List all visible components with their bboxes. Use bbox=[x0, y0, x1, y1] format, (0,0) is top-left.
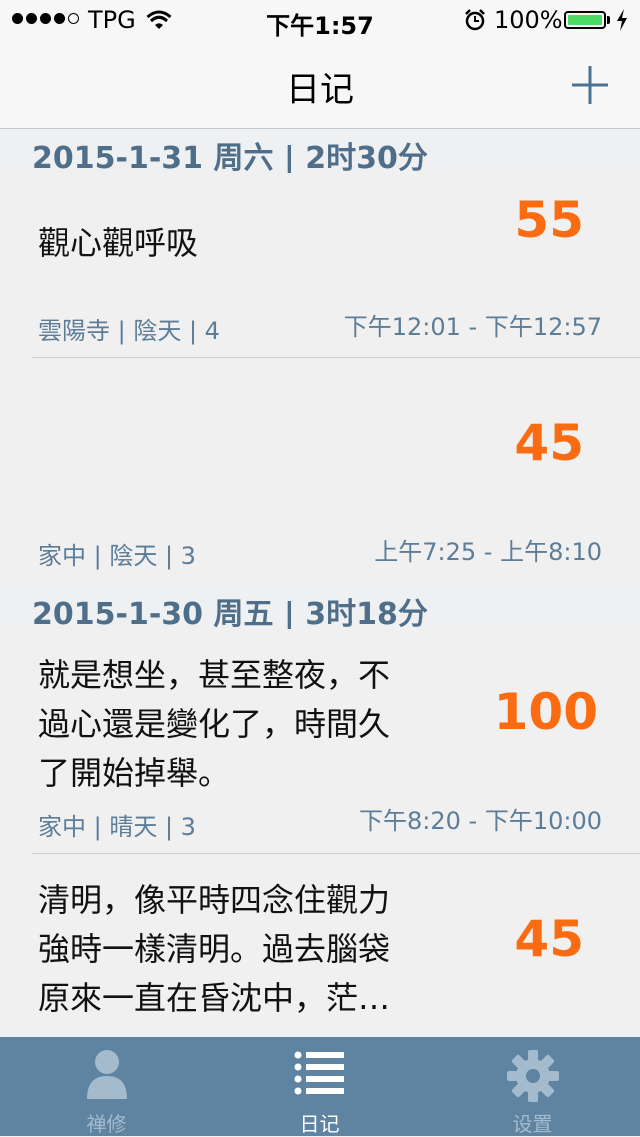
plus-icon[interactable] bbox=[562, 60, 618, 110]
journal-entry[interactable]: 45 家中 | 陰天 | 3 上午7:25 - 上午8:10 bbox=[0, 358, 640, 583]
section-title: 2015-1-31 周六 | 2时30分 bbox=[32, 141, 428, 176]
journal-entry[interactable]: 觀心觀呼吸 55 雲陽寺 | 陰天 | 4 下午12:01 - 下午12:57 bbox=[0, 173, 640, 358]
entry-time-range: 上午7:25 - 上午8:10 bbox=[374, 538, 602, 566]
tab-meditation[interactable]: 禅修 bbox=[0, 1037, 213, 1136]
tab-label: 日记 bbox=[299, 1112, 340, 1136]
entry-time-range: 下午12:01 - 下午12:57 bbox=[343, 313, 602, 341]
section-header: 2015-1-30 周五 | 3时18分 bbox=[0, 585, 640, 632]
entry-location-weather: 雲陽寺 | 陰天 | 4 bbox=[38, 317, 220, 345]
journal-entry[interactable]: 清明，像平時四念住觀力強時一樣清明。過去腦袋原來一直在昏沈中，茫… 45 bbox=[0, 854, 640, 1037]
entry-text: 就是想坐，甚至整夜，不過心還是變化了，時間久了開始掉舉。 bbox=[38, 656, 391, 792]
tab-settings[interactable]: 设置 bbox=[426, 1037, 639, 1136]
entry-location-weather: 家中 | 晴天 | 3 bbox=[38, 813, 196, 841]
battery-icon bbox=[564, 11, 606, 29]
status-bar: TPG 下午1:57 100% bbox=[0, 0, 640, 40]
tab-label: 设置 bbox=[512, 1112, 553, 1136]
entry-score: 45 bbox=[514, 910, 584, 968]
tab-journal[interactable]: 日记 bbox=[213, 1037, 426, 1136]
entry-time-range: 下午8:20 - 下午10:00 bbox=[359, 807, 602, 835]
tab-label: 禅修 bbox=[86, 1112, 127, 1136]
entry-text: 觀心觀呼吸 bbox=[38, 224, 199, 262]
person-icon bbox=[86, 1050, 127, 1099]
section-title: 2015-1-30 周五 | 3时18分 bbox=[32, 597, 428, 632]
battery-percentage: 100% bbox=[494, 6, 563, 34]
section-header: 2015-1-31 周六 | 2时30分 bbox=[0, 129, 640, 176]
journal-list[interactable]: 2015-1-31 周六 | 2时30分 觀心觀呼吸 55 雲陽寺 | 陰天 |… bbox=[0, 129, 640, 1037]
page-title: 日记 bbox=[286, 70, 354, 110]
list-icon bbox=[294, 1051, 344, 1095]
tab-bar: 禅修 日记 设置 bbox=[0, 1037, 640, 1136]
entry-location-weather: 家中 | 陰天 | 3 bbox=[38, 542, 196, 570]
entry-score: 45 bbox=[514, 414, 584, 472]
entry-text: 清明，像平時四念住觀力強時一樣清明。過去腦袋原來一直在昏沈中，茫… bbox=[38, 881, 391, 1017]
entry-score: 100 bbox=[493, 683, 598, 741]
alarm-icon bbox=[465, 9, 485, 31]
charging-icon bbox=[617, 9, 627, 31]
gear-icon bbox=[506, 1050, 559, 1102]
entry-score: 55 bbox=[514, 191, 584, 249]
add-entry-button[interactable] bbox=[562, 60, 618, 110]
navigation-bar: 日记 bbox=[0, 40, 640, 129]
journal-entry[interactable]: 就是想坐，甚至整夜，不過心還是變化了，時間久了開始掉舉。 100 家中 | 晴天… bbox=[0, 629, 640, 854]
